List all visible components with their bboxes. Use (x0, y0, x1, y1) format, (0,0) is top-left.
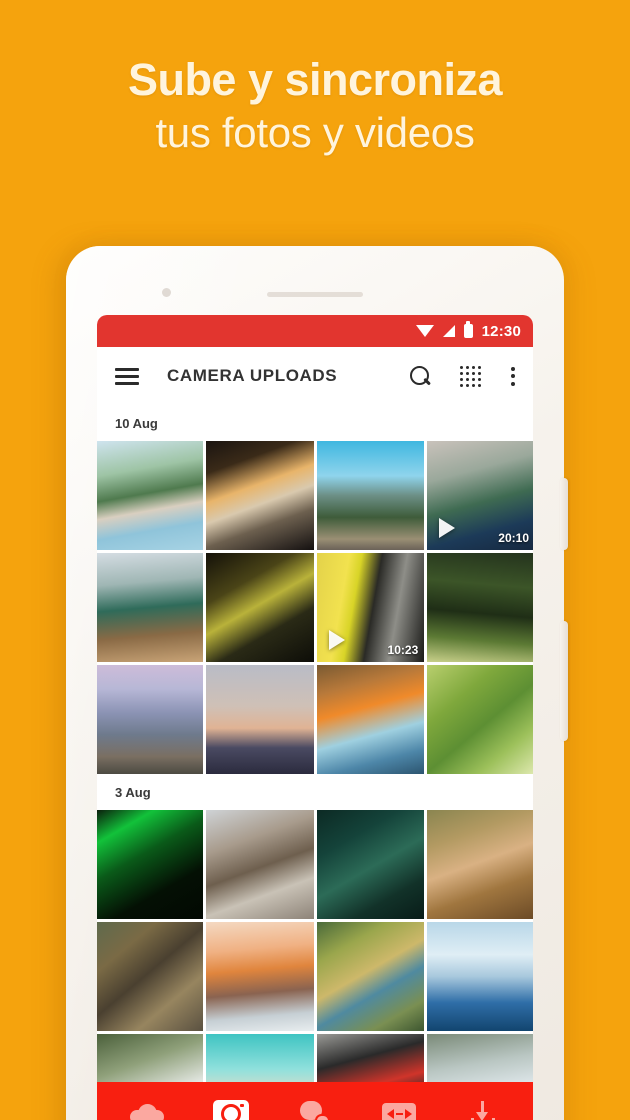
status-bar: 12:30 (97, 315, 533, 347)
play-icon (328, 630, 345, 650)
phone-mockup: 12:30 CAMERA UPLOADS 10 Aug 20:10 10:23 … (66, 246, 568, 1120)
gallery-item[interactable] (316, 922, 425, 1031)
app-bar-actions (410, 365, 515, 387)
hamburger-menu-icon[interactable] (115, 364, 139, 389)
phone-screen: 12:30 CAMERA UPLOADS 10 Aug 20:10 10:23 … (97, 315, 533, 1120)
front-sensor (162, 288, 171, 297)
gallery-item[interactable] (427, 553, 533, 662)
nav-camera-uploads[interactable] (203, 1093, 259, 1120)
overflow-menu-icon[interactable] (511, 366, 515, 386)
page-title: CAMERA UPLOADS (167, 366, 338, 385)
gallery-item[interactable] (316, 810, 425, 919)
status-bar-clock: 12:30 (481, 322, 521, 340)
grid-view-icon[interactable] (460, 365, 481, 387)
gallery-item[interactable] (427, 810, 533, 919)
headline-line-1: Sube y sincroniza (127, 54, 503, 105)
transfers-icon (382, 1103, 416, 1120)
gallery-item[interactable] (97, 922, 203, 1031)
app-bar: CAMERA UPLOADS (97, 347, 533, 405)
gallery-scroll-area[interactable]: 10 Aug 20:10 10:23 3 Aug (97, 405, 533, 1120)
gallery-item[interactable] (427, 665, 533, 774)
gallery-item[interactable] (205, 553, 314, 662)
gallery-item-video[interactable]: 20:10 (427, 441, 533, 550)
nav-offline-download[interactable] (455, 1093, 511, 1120)
section-date-header: 3 Aug (115, 785, 151, 800)
bottom-navigation-bar (97, 1082, 533, 1120)
section-date-header: 10 Aug (115, 416, 158, 431)
status-bar-icons (415, 321, 473, 338)
headline-line-2: tus fotos y videos (155, 109, 475, 157)
gallery-item[interactable] (97, 553, 203, 662)
video-duration: 10:23 (387, 643, 419, 657)
play-icon (439, 518, 456, 538)
photo-grid-section-2 (97, 810, 533, 1120)
gallery-item[interactable] (427, 922, 533, 1031)
nav-cloud-drive[interactable] (119, 1093, 175, 1120)
gallery-item[interactable] (205, 441, 314, 550)
gallery-item-video[interactable]: 10:23 (316, 553, 425, 662)
gallery-item[interactable] (97, 441, 203, 550)
nav-transfers[interactable] (371, 1093, 427, 1120)
camera-uploads-icon (213, 1100, 249, 1120)
cloud-drive-icon (130, 1104, 164, 1120)
gallery-item[interactable] (97, 665, 203, 774)
power-button[interactable] (560, 621, 568, 741)
signal-icon (442, 325, 455, 337)
wifi-icon (415, 324, 434, 337)
gallery-item[interactable] (205, 922, 314, 1031)
earpiece-speaker (267, 292, 363, 297)
gallery-item[interactable] (205, 810, 314, 919)
video-duration: 20:10 (498, 531, 529, 545)
gallery-item[interactable] (205, 665, 314, 774)
photo-grid-section-1: 20:10 10:23 (97, 441, 533, 774)
battery-icon (463, 321, 473, 338)
gallery-item[interactable] (316, 665, 425, 774)
gallery-item[interactable] (97, 810, 203, 919)
gallery-item[interactable] (316, 441, 425, 550)
volume-rocker-button[interactable] (560, 478, 568, 550)
chat-icon (300, 1101, 330, 1120)
nav-chat[interactable] (287, 1093, 343, 1120)
promo-headline: Sube y sincroniza tus fotos y videos (0, 54, 630, 157)
search-icon[interactable] (410, 366, 430, 386)
offline-download-icon (470, 1101, 496, 1120)
